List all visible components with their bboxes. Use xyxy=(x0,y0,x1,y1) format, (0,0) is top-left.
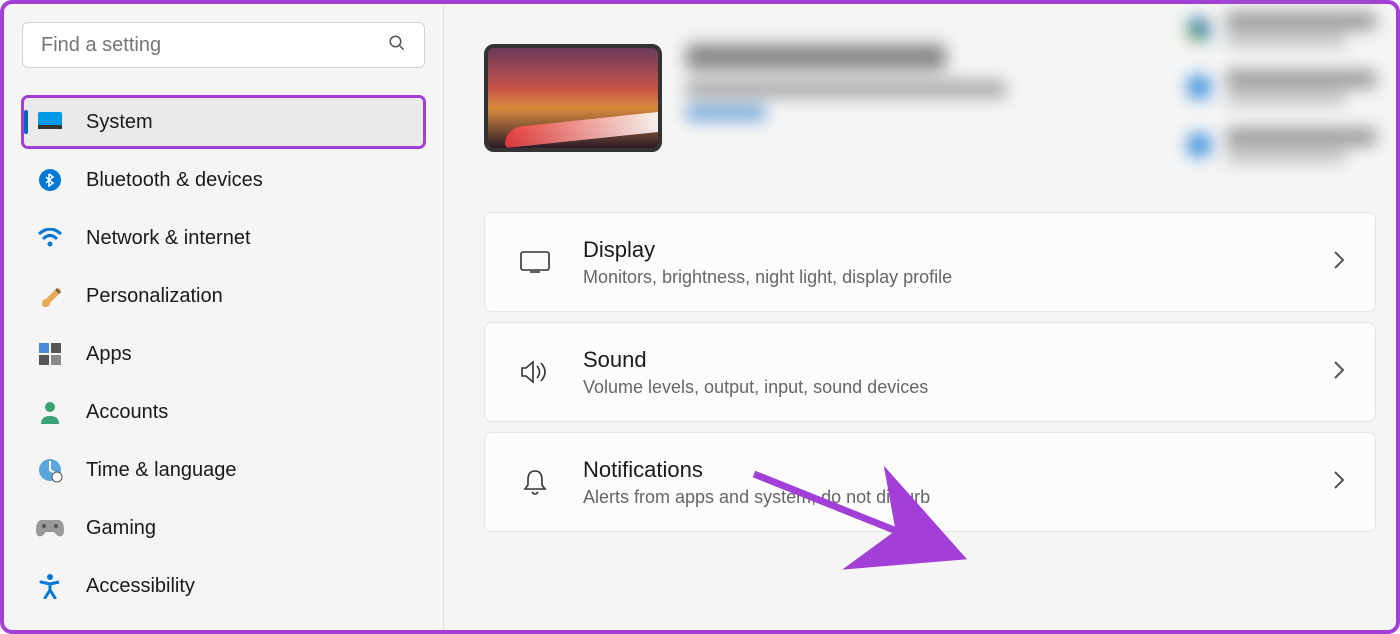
sidebar-item-apps[interactable]: Apps xyxy=(22,328,425,380)
search-box[interactable] xyxy=(22,22,425,68)
bell-icon xyxy=(515,468,555,496)
wifi-icon xyxy=(36,224,64,252)
sidebar-item-label: Bluetooth & devices xyxy=(86,169,263,192)
sidebar-item-label: Personalization xyxy=(86,285,223,308)
card-title: Sound xyxy=(583,347,1333,373)
sidebar-item-bluetooth[interactable]: Bluetooth & devices xyxy=(22,154,425,206)
clock-globe-icon xyxy=(36,456,64,484)
brush-icon xyxy=(36,282,64,310)
person-icon xyxy=(36,398,64,426)
sidebar-item-label: Apps xyxy=(86,343,132,366)
card-display[interactable]: Display Monitors, brightness, night ligh… xyxy=(484,212,1376,312)
card-subtitle: Monitors, brightness, night light, displ… xyxy=(583,267,1333,288)
bluetooth-icon xyxy=(36,166,64,194)
chevron-right-icon xyxy=(1333,470,1345,495)
sidebar-item-label: Time & language xyxy=(86,459,236,482)
sidebar-item-label: System xyxy=(86,111,153,134)
sidebar-item-accounts[interactable]: Accounts xyxy=(22,386,425,438)
device-info-blurred xyxy=(686,44,1006,120)
sidebar: System Bluetooth & devices Network & int… xyxy=(4,4,444,630)
system-icon xyxy=(36,108,64,136)
sidebar-item-label: Accounts xyxy=(86,401,168,424)
sidebar-item-system[interactable]: System xyxy=(22,96,425,148)
sidebar-item-label: Gaming xyxy=(86,517,156,540)
sidebar-item-label: Network & internet xyxy=(86,227,251,250)
right-side-blurred xyxy=(1188,12,1376,186)
card-title: Notifications xyxy=(583,457,1333,483)
settings-cards: Display Monitors, brightness, night ligh… xyxy=(484,212,1376,532)
accessibility-icon xyxy=(36,572,64,600)
system-header xyxy=(484,44,1376,152)
sidebar-item-network[interactable]: Network & internet xyxy=(22,212,425,264)
apps-icon xyxy=(36,340,64,368)
display-icon xyxy=(515,251,555,273)
sidebar-item-time[interactable]: Time & language xyxy=(22,444,425,496)
chevron-right-icon xyxy=(1333,360,1345,385)
desktop-preview xyxy=(484,44,662,152)
sidebar-item-personalization[interactable]: Personalization xyxy=(22,270,425,322)
search-input[interactable] xyxy=(41,34,388,57)
gamepad-icon xyxy=(36,514,64,542)
card-sound[interactable]: Sound Volume levels, output, input, soun… xyxy=(484,322,1376,422)
chevron-right-icon xyxy=(1333,250,1345,275)
card-notifications[interactable]: Notifications Alerts from apps and syste… xyxy=(484,432,1376,532)
card-title: Display xyxy=(583,237,1333,263)
card-subtitle: Alerts from apps and system, do not dist… xyxy=(583,487,1333,508)
sidebar-item-accessibility[interactable]: Accessibility xyxy=(22,560,425,612)
sidebar-item-label: Accessibility xyxy=(86,575,195,598)
sound-icon xyxy=(515,360,555,384)
settings-window: System Bluetooth & devices Network & int… xyxy=(0,0,1400,634)
sidebar-item-gaming[interactable]: Gaming xyxy=(22,502,425,554)
nav-list: System Bluetooth & devices Network & int… xyxy=(22,96,425,612)
search-icon xyxy=(388,34,406,57)
main-content: Display Monitors, brightness, night ligh… xyxy=(444,4,1396,630)
card-subtitle: Volume levels, output, input, sound devi… xyxy=(583,377,1333,398)
